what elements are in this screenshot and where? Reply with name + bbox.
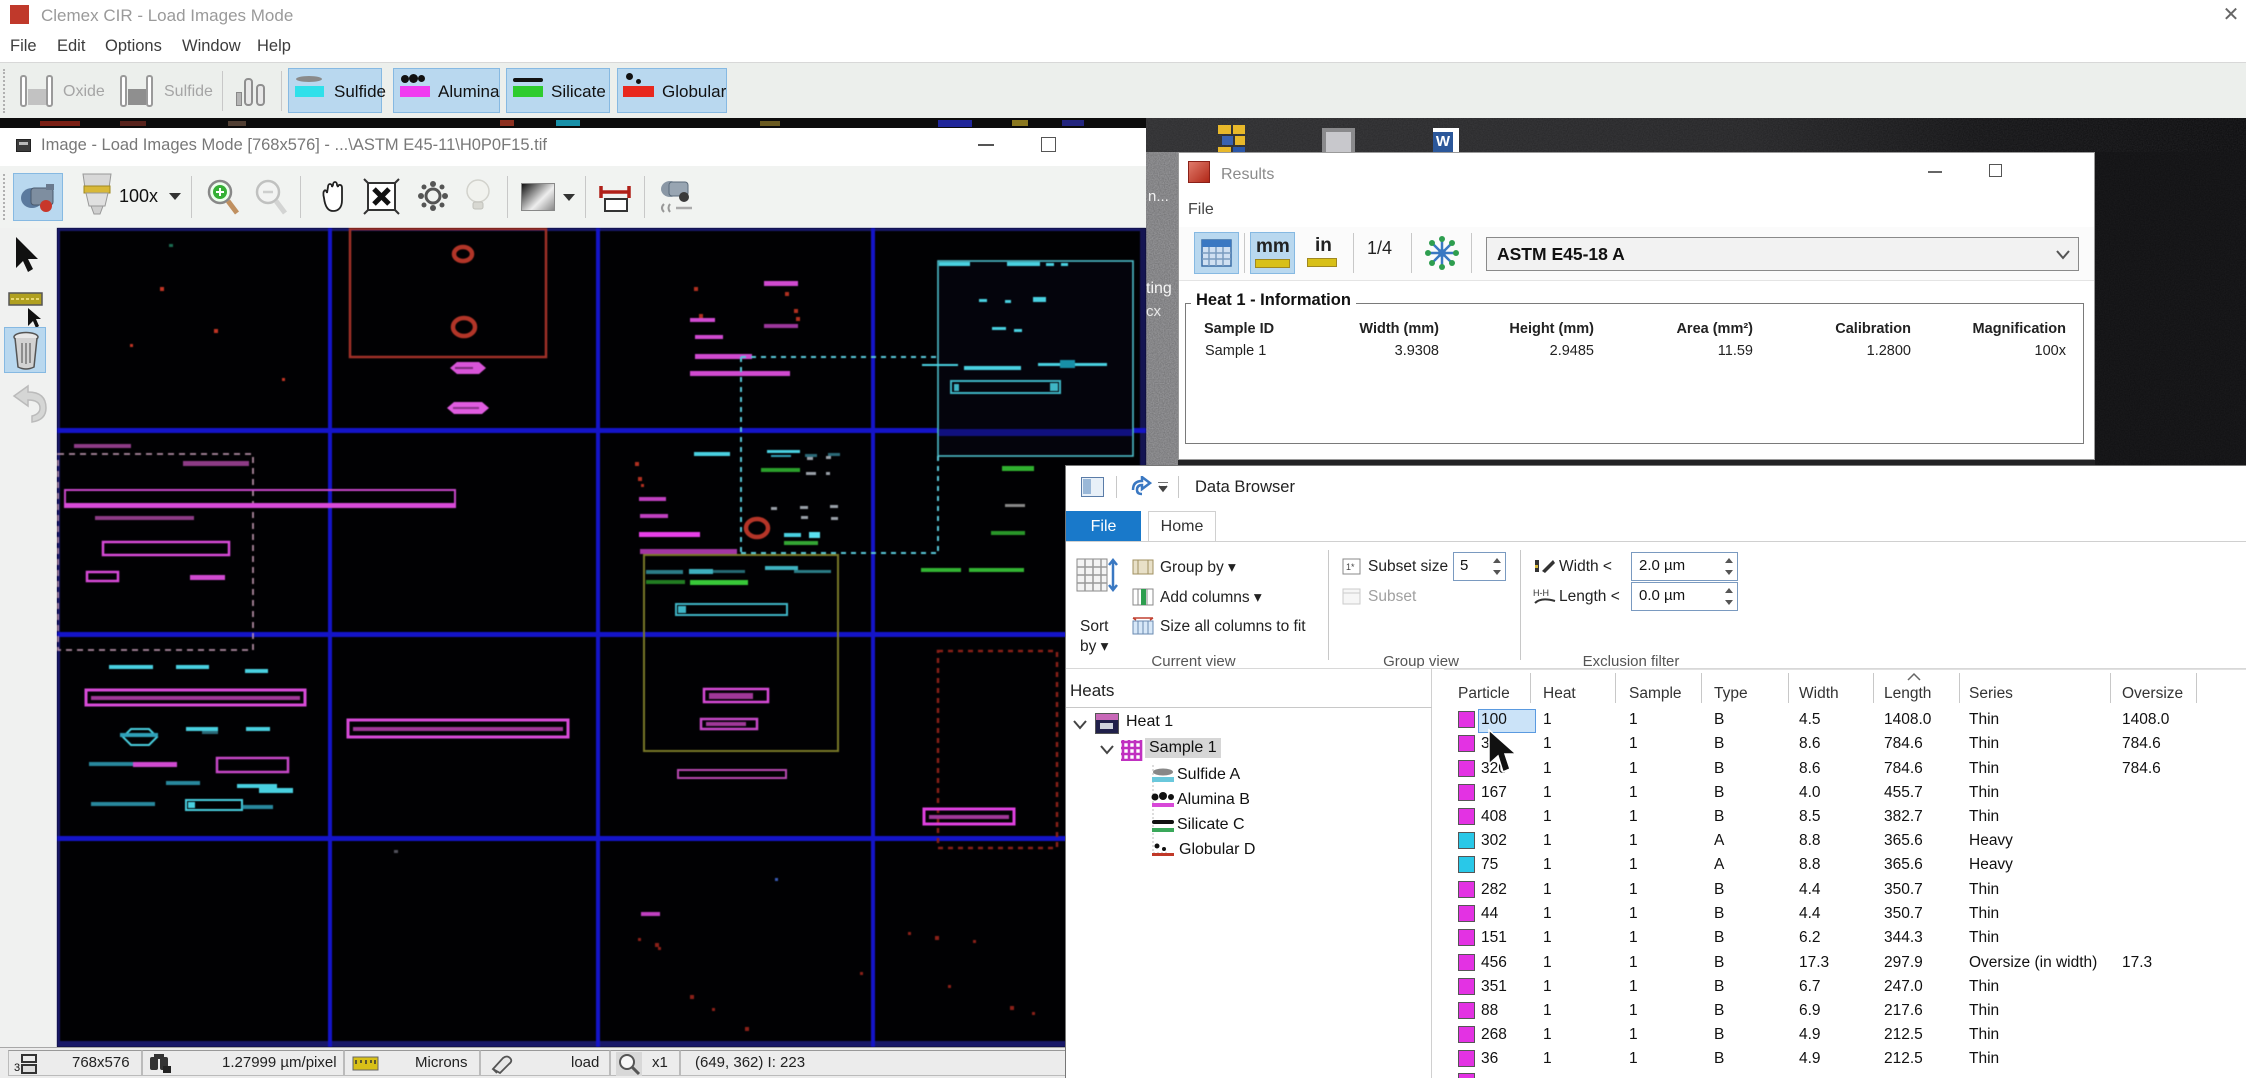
svg-text:1*: 1* (1346, 562, 1355, 572)
svg-text:3: 3 (14, 1062, 20, 1074)
svg-text:H-H: H-H (1533, 588, 1549, 598)
